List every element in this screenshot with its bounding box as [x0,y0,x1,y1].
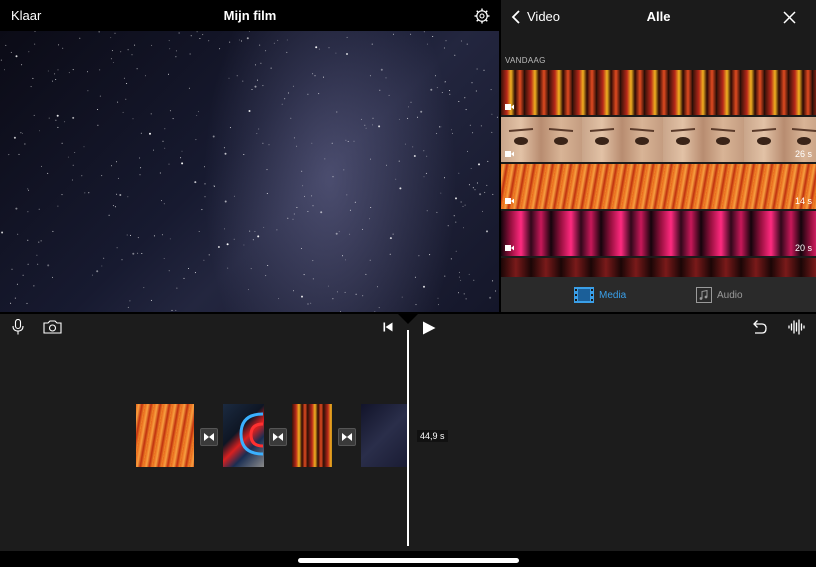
video-row-city[interactable] [501,70,816,115]
gear-icon[interactable] [474,8,490,24]
home-indicator[interactable] [298,558,519,563]
section-label: VANDAAG [505,56,546,65]
tab-media-label: Media [599,289,627,301]
timeline-clip-stars[interactable] [361,404,407,467]
video-row-eyes[interactable]: 26 s [501,117,816,162]
video-viewer[interactable] [0,31,499,312]
music-note-icon [696,287,712,303]
video-camera-icon [505,104,514,110]
video-row-lights[interactable]: 14 s [501,164,816,209]
playhead[interactable] [407,330,409,546]
bowtie-icon [204,433,214,441]
media-browser: VANDAAG 26 s 14 s 20 s Media Audio [501,31,816,312]
tab-media[interactable]: Media [574,287,626,303]
video-duration: 14 s [794,196,812,206]
transition-button[interactable] [269,428,287,446]
microphone-icon[interactable] [12,319,24,335]
transition-button[interactable] [338,428,356,446]
skip-to-start-icon[interactable] [383,322,393,332]
video-duration: 20 s [794,243,812,253]
browser-title: Alle [646,9,671,24]
camera-icon[interactable] [43,320,62,334]
tab-audio-label: Audio [717,289,743,301]
project-title: Mijn film [223,8,277,23]
playhead-time: 44,9 s [417,430,448,442]
eyes-thumbnail [508,128,816,145]
browser-header: Video Alle [501,0,816,31]
viewer-header: Klaar Mijn film [0,0,500,31]
playhead-marker [398,314,418,324]
undo-icon[interactable] [751,319,767,335]
video-row-partial[interactable] [501,258,816,277]
timeline-clip-neon[interactable] [223,404,264,467]
starfield-image [0,31,498,312]
close-icon[interactable] [783,11,796,24]
video-camera-icon [505,198,514,204]
timeline-clip-lights[interactable] [136,404,194,467]
audio-waveform-icon[interactable] [788,319,806,335]
browser-tab-bar: Media Audio [501,277,816,312]
video-camera-icon [505,151,514,157]
video-camera-icon [505,245,514,251]
video-duration: 26 s [794,149,812,159]
bowtie-icon [342,433,352,441]
video-row-vacancy[interactable]: 20 s [501,211,816,256]
play-icon[interactable] [422,321,436,335]
timeline-clip-city[interactable] [292,404,332,467]
tab-audio[interactable]: Audio [696,287,743,303]
bowtie-icon [273,433,283,441]
transition-button[interactable] [200,428,218,446]
neon-thumbnail [239,412,264,456]
film-strip-icon [574,287,594,303]
